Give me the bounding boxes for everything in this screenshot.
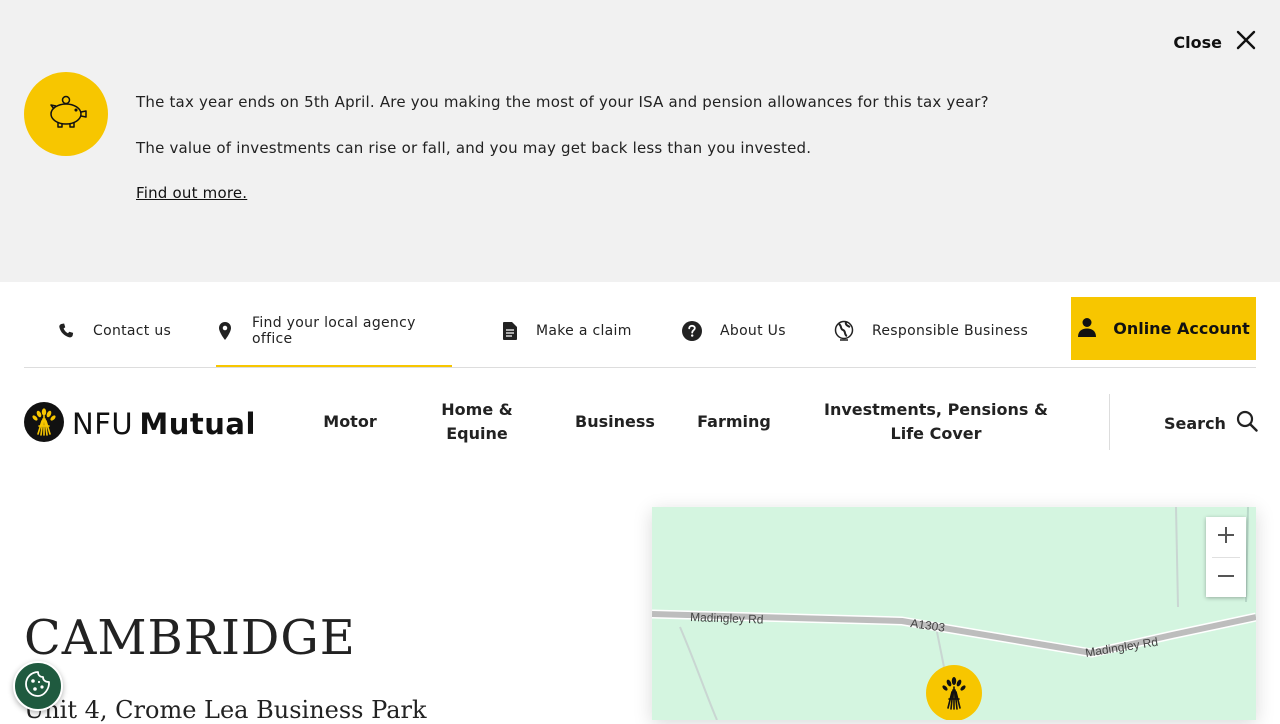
nav-motor[interactable]: Motor (310, 410, 390, 434)
close-icon[interactable] (1236, 30, 1256, 54)
piggy-bank-badge (24, 72, 108, 156)
banner-close-button[interactable]: Close (1173, 30, 1256, 54)
promo-banner: Close The tax year ends on 5th April. Ar… (0, 0, 1280, 282)
logo-text: NFU Mutual (72, 407, 256, 441)
wheatsheaf-marker-icon (937, 671, 971, 715)
user-icon (1077, 317, 1097, 341)
zoom-in-button[interactable] (1206, 517, 1246, 557)
find-agency-office-label: Find your local agency office (252, 314, 416, 347)
plus-icon (1217, 526, 1235, 548)
question-icon (682, 321, 702, 341)
banner-text: The tax year ends on 5th April. Are you … (136, 92, 989, 202)
search-button[interactable]: Search (1164, 410, 1258, 436)
agency-office-map[interactable]: Madingley Rd A1303 Madingley Rd (652, 507, 1256, 720)
road-label-a1303: A1303 (910, 616, 947, 635)
road-label-madingley-rd-east: Madingley Rd (1084, 635, 1159, 660)
search-label: Search (1164, 413, 1226, 433)
nav-divider (1109, 394, 1110, 450)
nav-farming[interactable]: Farming (694, 410, 774, 434)
contact-us-link[interactable]: Contact us (57, 296, 171, 366)
search-icon (1236, 410, 1258, 436)
find-out-more-link[interactable]: Find out more. (136, 184, 247, 202)
map-zoom-controls (1206, 517, 1246, 597)
document-icon (502, 321, 518, 341)
utility-nav: Contact us Find your local agency office… (24, 296, 1256, 368)
minus-icon (1217, 567, 1235, 589)
page-title: CAMBRIDGE (24, 610, 356, 666)
find-agency-office-link[interactable]: Find your local agency office (216, 296, 452, 367)
cookie-settings-button[interactable] (13, 661, 63, 711)
nfu-mutual-logo[interactable]: NFU Mutual (24, 402, 256, 446)
make-a-claim-link[interactable]: Make a claim (502, 296, 632, 366)
make-a-claim-label: Make a claim (536, 323, 632, 339)
responsible-business-label: Responsible Business (872, 323, 1029, 339)
phone-icon (57, 322, 75, 340)
contact-us-label: Contact us (93, 323, 172, 339)
nav-home-equine[interactable]: Home & Equine (432, 398, 522, 446)
logo-text-mutual: Mutual (139, 407, 256, 441)
cookie-icon (23, 669, 53, 703)
globe-icon (834, 320, 854, 342)
office-location-marker[interactable] (926, 665, 982, 720)
responsible-business-link[interactable]: Responsible Business (834, 296, 1028, 366)
banner-message: The tax year ends on 5th April. Are you … (136, 93, 989, 111)
banner-disclaimer: The value of investments can rise or fal… (136, 139, 812, 157)
wheatsheaf-logo-icon (24, 402, 64, 446)
online-account-button[interactable]: Online Account (1071, 297, 1256, 360)
road-label-madingley-rd-west: Madingley Rd (690, 610, 764, 627)
nav-investments-pensions-life-cover[interactable]: Investments, Pensions & Life Cover (812, 398, 1060, 446)
about-us-link[interactable]: About Us (682, 296, 786, 366)
logo-text-nfu: NFU (72, 407, 134, 441)
nav-business[interactable]: Business (570, 410, 660, 434)
banner-close-label: Close (1173, 32, 1222, 52)
zoom-out-button[interactable] (1206, 558, 1246, 598)
about-us-label: About Us (720, 323, 786, 339)
piggy-bank-icon (42, 94, 90, 134)
map-pin-icon (216, 321, 234, 341)
online-account-label: Online Account (1113, 319, 1250, 338)
